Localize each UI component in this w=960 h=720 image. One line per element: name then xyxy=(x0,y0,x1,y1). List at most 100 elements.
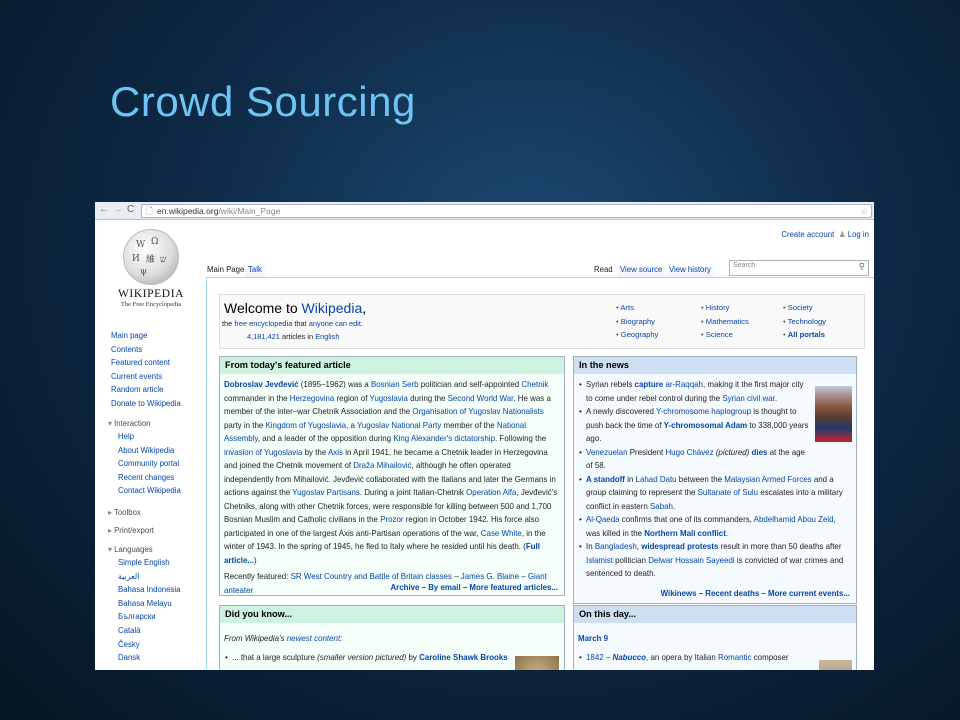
news-link[interactable]: Lahad Datu xyxy=(636,475,677,484)
featured-footer-links[interactable]: Archive – By email – More featured artic… xyxy=(390,583,558,592)
sidebar-language-link[interactable]: Dansk xyxy=(118,653,180,667)
news-link[interactable]: dies xyxy=(752,448,768,457)
article-count-link[interactable]: 4,181,421 xyxy=(247,332,280,341)
tab-main-page[interactable]: Main Page xyxy=(204,262,248,277)
article-link[interactable]: Case White xyxy=(481,529,522,538)
article-link[interactable]: 1842 xyxy=(586,653,604,662)
portal-link[interactable]: • Technology xyxy=(783,317,826,326)
sidebar-language-link[interactable]: Български xyxy=(118,612,180,626)
back-icon[interactable]: ← xyxy=(99,204,109,215)
news-link[interactable]: Syrian civil war xyxy=(722,394,775,403)
sidebar-interaction-link[interactable]: About Wikipedia xyxy=(118,446,181,460)
toolbox-heading[interactable]: ▸ Toolbox xyxy=(108,508,141,517)
news-link[interactable]: capture xyxy=(635,380,664,389)
news-link[interactable]: Hugo Chávez xyxy=(665,448,713,457)
on-this-day-date[interactable]: March 9 xyxy=(578,634,608,643)
address-bar[interactable]: 🗋 en.wikipedia.org/wiki/Main_Page ☆ xyxy=(141,204,872,218)
news-link[interactable]: Abdelhamid Abou Zeid xyxy=(754,515,834,524)
search-icon[interactable]: ⚲ xyxy=(859,261,865,272)
news-link[interactable]: Islamist xyxy=(586,556,613,565)
search-input[interactable]: Search ⚲ xyxy=(729,260,869,276)
sidebar-interaction-link[interactable]: Community portal xyxy=(118,459,181,473)
sidebar-language-link[interactable]: Bahasa Melayu xyxy=(118,599,180,613)
portal-link[interactable]: • Biography xyxy=(616,317,655,326)
portal-link[interactable]: • Mathematics xyxy=(701,317,749,326)
sidebar-language-link[interactable]: العربية xyxy=(118,572,180,586)
nabucco-thumbnail[interactable] xyxy=(819,660,852,670)
news-link[interactable]: Delwar Hossain Sayeedi xyxy=(648,556,734,565)
news-link[interactable]: Al-Qaeda xyxy=(586,515,620,524)
sidebar-nav-link[interactable]: Random article xyxy=(111,385,181,399)
article-link[interactable]: Prozor xyxy=(380,515,403,524)
news-link[interactable]: Y-chromosome haplogroup xyxy=(656,407,751,416)
sidebar-nav-link[interactable]: Featured content xyxy=(111,358,181,372)
article-link[interactable]: Chetnik xyxy=(521,380,548,389)
tab-view-source[interactable]: View source xyxy=(617,262,666,277)
reload-icon[interactable]: C xyxy=(127,204,134,215)
article-link[interactable]: Full article... xyxy=(224,542,540,565)
create-account-link[interactable]: Create account xyxy=(781,230,834,239)
sculpture-thumbnail[interactable] xyxy=(515,656,559,670)
article-link[interactable]: Yugoslav Partisans xyxy=(292,488,360,497)
news-link[interactable]: Y-chromosomal Adam xyxy=(664,421,748,430)
anyone-can-edit-link[interactable]: anyone can edit xyxy=(309,319,361,328)
news-link[interactable]: Sabah xyxy=(650,502,673,511)
article-link[interactable]: Romantic xyxy=(718,653,752,662)
news-link[interactable]: widespread protests xyxy=(641,542,718,551)
article-link[interactable]: Yugoslavia xyxy=(370,394,408,403)
free-link[interactable]: free xyxy=(234,319,247,328)
languages-heading[interactable]: ▾ Languages xyxy=(108,545,153,554)
sidebar-interaction-link[interactable]: Help xyxy=(118,432,181,446)
news-link[interactable]: Venezuelan xyxy=(586,448,628,457)
article-link[interactable]: Second World War xyxy=(448,394,514,403)
wikipedia-globe-logo[interactable]: WΩ И維 שψ xyxy=(123,229,179,285)
sidebar-nav-link[interactable]: Donate to Wikipedia xyxy=(111,399,181,413)
portal-link[interactable]: • Geography xyxy=(616,330,658,339)
tab-view-history[interactable]: View history xyxy=(666,262,714,277)
sidebar-nav-link[interactable]: Contents xyxy=(111,345,181,359)
article-link[interactable]: Herzegovina xyxy=(290,394,335,403)
encyclopedia-link[interactable]: encyclopedia xyxy=(249,319,292,328)
sidebar-nav-link[interactable]: Main page xyxy=(111,331,181,345)
article-link[interactable]: Dobroslav Jevđević xyxy=(224,380,299,389)
tab-read[interactable]: Read xyxy=(591,262,616,277)
news-link[interactable]: Malaysian Armed Forces xyxy=(724,475,811,484)
article-link[interactable]: King Alexander's dictatorship xyxy=(393,434,495,443)
article-link[interactable]: Yugoslav National Party xyxy=(357,421,441,430)
article-link[interactable]: Bosnian Serb xyxy=(371,380,419,389)
sidebar-interaction-link[interactable]: Recent changes xyxy=(118,473,181,487)
sidebar-language-link[interactable]: Simple English xyxy=(118,558,180,572)
article-link[interactable]: invasion of Yugoslavia xyxy=(224,448,302,457)
news-link[interactable]: Sultanate of Sulu xyxy=(698,488,758,497)
forward-icon[interactable]: → xyxy=(113,204,123,215)
article-link[interactable]: Draža Mihailović xyxy=(353,461,411,470)
portal-link[interactable]: • History xyxy=(701,303,729,312)
news-footer-links[interactable]: Wikinews – Recent deaths – More current … xyxy=(661,589,850,598)
article-link[interactable]: newest content xyxy=(287,634,340,643)
interaction-heading[interactable]: ▾ Interaction xyxy=(108,419,151,428)
news-link[interactable]: ar-Raqqah xyxy=(665,380,703,389)
article-link[interactable]: Kingdom of Yugoslavia xyxy=(265,421,346,430)
news-link[interactable]: Bangladesh xyxy=(595,542,637,551)
wikipedia-link[interactable]: Wikipedia xyxy=(302,300,363,316)
sidebar-language-link[interactable]: Česky xyxy=(118,640,180,654)
print-export-heading[interactable]: ▸ Print/export xyxy=(108,526,154,535)
article-link[interactable]: Nabucco xyxy=(613,653,647,662)
portal-link[interactable]: • Science xyxy=(701,330,733,339)
article-link[interactable]: Caroline Shawk Brooks xyxy=(419,653,508,662)
article-link[interactable]: Operation Alfa xyxy=(466,488,516,497)
english-link[interactable]: English xyxy=(315,332,339,341)
portal-link[interactable]: • Arts xyxy=(616,303,634,312)
sidebar-nav-link[interactable]: Current events xyxy=(111,372,181,386)
bookmark-star-icon[interactable]: ☆ xyxy=(860,205,868,217)
sidebar-interaction-link[interactable]: Contact Wikipedia xyxy=(118,486,181,500)
article-link[interactable]: Axis xyxy=(328,448,343,457)
portal-link[interactable]: • Society xyxy=(783,303,813,312)
article-link[interactable]: Organisation of Yugoslav Nationalists xyxy=(412,407,543,416)
news-link[interactable]: Northern Mali conflict xyxy=(644,529,726,538)
tab-talk[interactable]: Talk xyxy=(245,262,265,277)
article-link[interactable]: SR West Country and Battle of Britain cl… xyxy=(291,572,452,581)
log-in-link[interactable]: Log in xyxy=(848,230,869,239)
news-link[interactable]: A standoff xyxy=(586,475,625,484)
sidebar-language-link[interactable]: Bahasa Indonesia xyxy=(118,585,180,599)
